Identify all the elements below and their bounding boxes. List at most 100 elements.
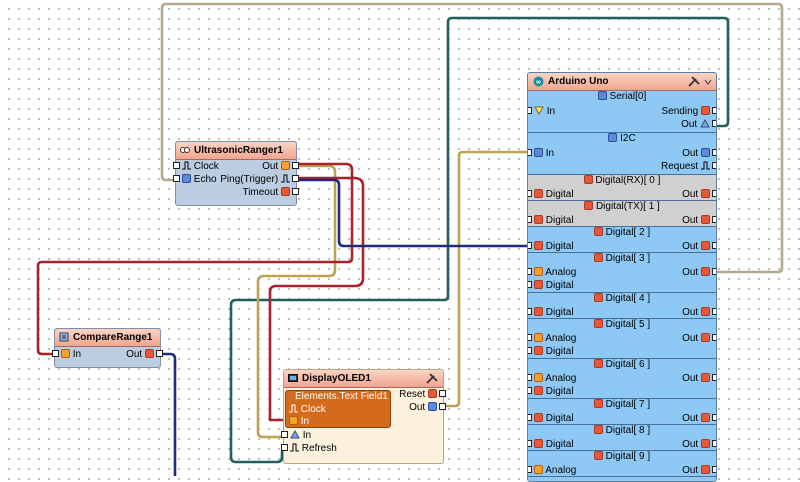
pin-connector[interactable] (528, 280, 532, 288)
edit-tools-icon[interactable] (688, 76, 700, 87)
pin-connector[interactable] (528, 215, 532, 223)
oled-out-connector[interactable] (439, 402, 446, 410)
pin-connector[interactable] (528, 189, 532, 197)
oled-refresh-connector[interactable] (281, 443, 288, 451)
digital-section-6[interactable]: Digital[ 6 ] Analog Digital Out (528, 358, 716, 399)
digital-digital-pin[interactable]: Digital (528, 240, 574, 253)
pin-connector[interactable] (712, 373, 716, 381)
oled-in-connector[interactable] (281, 430, 288, 438)
edit-tools-icon[interactable] (426, 373, 438, 384)
digital-out-pin[interactable]: Out (682, 438, 716, 451)
oled-in-pin[interactable]: In (281, 429, 311, 442)
digital-digital-pin[interactable]: Digital (528, 279, 574, 292)
digital-analog-pin[interactable]: Analog (528, 332, 576, 345)
serial-out-connector[interactable] (712, 119, 716, 127)
ultrasonic-timeout-connector[interactable] (292, 187, 299, 195)
pin-connector[interactable] (528, 386, 532, 394)
compare-in-pin[interactable]: In (52, 348, 81, 361)
ultrasonic-out-connector[interactable] (292, 161, 299, 169)
digital-section-1[interactable]: Digital(TX)[ 1 ] Digital Out (528, 200, 716, 227)
text-field-element[interactable]: Elements.Text Field1 Clock In (285, 390, 391, 428)
compare-range-header[interactable]: CompareRange1 (55, 329, 160, 347)
display-oled-component[interactable]: DisplayOLED1 Elements.Text Field1 Clock … (281, 369, 446, 464)
digital-section-9[interactable]: Digital[ 9 ] Analog Out (528, 450, 716, 477)
digital-out-pin[interactable]: Out (682, 240, 716, 253)
pin-connector[interactable] (528, 346, 532, 354)
digital-digital-pin[interactable]: Digital (528, 214, 574, 227)
i2c-in-pin[interactable]: In (528, 147, 554, 160)
digital-section-2[interactable]: Digital[ 2 ] Digital Out (528, 226, 716, 253)
pin-connector[interactable] (528, 439, 532, 447)
pin-connector[interactable] (712, 307, 716, 315)
digital-digital-pin[interactable]: Digital (528, 412, 574, 425)
pin-connector[interactable] (528, 373, 532, 381)
pin-connector[interactable] (712, 241, 716, 249)
ultrasonic-clock-pin[interactable]: Clock (173, 160, 219, 173)
i2c-out-connector[interactable] (712, 148, 716, 156)
oled-reset-connector[interactable] (439, 389, 446, 397)
field-clock-pin[interactable]: Clock (289, 404, 326, 416)
digital-section-0[interactable]: Digital(RX)[ 0 ] Digital Out (528, 174, 716, 201)
pin-connector[interactable] (712, 333, 716, 341)
wire-oled-out-to-i2c[interactable] (441, 150, 529, 408)
pin-connector[interactable] (712, 413, 716, 421)
serial-sending-connector[interactable] (712, 106, 716, 114)
ultrasonic-ping-connector[interactable] (292, 174, 299, 182)
digital-out-pin[interactable]: Out (682, 464, 716, 477)
digital-out-pin[interactable]: Out (682, 372, 716, 385)
pin-connector[interactable] (528, 413, 532, 421)
wire-compare-out[interactable] (159, 352, 177, 476)
digital-out-pin[interactable]: Out (682, 332, 716, 345)
digital-out-pin[interactable]: Out (682, 306, 716, 319)
i2c-section[interactable]: I2C In Out Request (528, 132, 716, 175)
digital-out-pin[interactable]: Out (682, 214, 716, 227)
ultrasonic-echo-connector[interactable] (173, 174, 180, 182)
chevron-down-icon[interactable] (704, 79, 712, 85)
digital-digital-pin[interactable]: Digital (528, 438, 574, 451)
digital-section-5[interactable]: Digital[ 5 ] Analog Digital Out (528, 318, 716, 359)
ultrasonic-clock-connector[interactable] (173, 161, 180, 169)
arduino-header[interactable]: ∞ Arduino Uno (528, 73, 716, 91)
pin-connector[interactable] (528, 241, 532, 249)
serial-out-pin[interactable]: Out (681, 118, 716, 131)
pin-connector[interactable] (528, 333, 532, 341)
i2c-in-connector[interactable] (528, 148, 532, 156)
digital-digital-pin[interactable]: Digital (528, 306, 574, 319)
digital-section-7[interactable]: Digital[ 7 ] Digital Out (528, 398, 716, 425)
field-in-pin[interactable]: In (289, 415, 309, 428)
pin-connector[interactable] (528, 267, 532, 275)
oled-refresh-pin[interactable]: Refresh (281, 442, 337, 455)
pin-connector[interactable] (712, 465, 716, 473)
digital-digital-pin[interactable]: Digital (528, 385, 574, 398)
digital-out-pin[interactable]: Out (682, 188, 716, 201)
digital-section-8[interactable]: Digital[ 8 ] Digital Out (528, 424, 716, 451)
serial-in-connector[interactable] (528, 106, 532, 114)
digital-digital-pin[interactable]: Digital (528, 188, 574, 201)
serial-section[interactable]: Serial[0] In Sending Out (528, 90, 716, 133)
compare-out-connector[interactable] (156, 349, 163, 357)
compare-range-component[interactable]: CompareRange1 In Out (52, 328, 163, 368)
compare-out-pin[interactable]: Out (126, 348, 163, 361)
i2c-request-connector[interactable] (712, 161, 716, 169)
pin-connector[interactable] (712, 439, 716, 447)
ultrasonic-ranger-header[interactable]: UltrasonicRanger1 (176, 142, 296, 160)
digital-out-pin[interactable]: Out (682, 266, 716, 279)
ultrasonic-ping-pin[interactable]: Ping(Trigger) (220, 173, 299, 186)
digital-analog-pin[interactable]: Analog (528, 266, 576, 279)
ultrasonic-timeout-pin[interactable]: Timeout (242, 186, 299, 199)
digital-analog-pin[interactable]: Analog (528, 372, 576, 385)
display-oled-header[interactable]: DisplayOLED1 (284, 370, 443, 388)
digital-section-3[interactable]: Digital[ 3 ] Analog Digital Out (528, 252, 716, 293)
oled-reset-pin[interactable]: Reset (399, 388, 446, 401)
arduino-uno-component[interactable]: ∞ Arduino Uno Serial[0] In Sending Out I… (527, 72, 717, 482)
oled-out-pin[interactable]: Out (409, 401, 446, 414)
digital-out-pin[interactable]: Out (682, 412, 716, 425)
wire-ping-to-d2[interactable] (295, 178, 529, 248)
serial-in-pin[interactable]: In (528, 105, 555, 118)
pin-connector[interactable] (712, 189, 716, 197)
ultrasonic-echo-pin[interactable]: Echo (173, 173, 217, 186)
pin-connector[interactable] (528, 307, 532, 315)
digital-digital-pin[interactable]: Digital (528, 345, 574, 358)
i2c-request-pin[interactable]: Request (661, 160, 716, 173)
compare-in-connector[interactable] (52, 349, 59, 357)
